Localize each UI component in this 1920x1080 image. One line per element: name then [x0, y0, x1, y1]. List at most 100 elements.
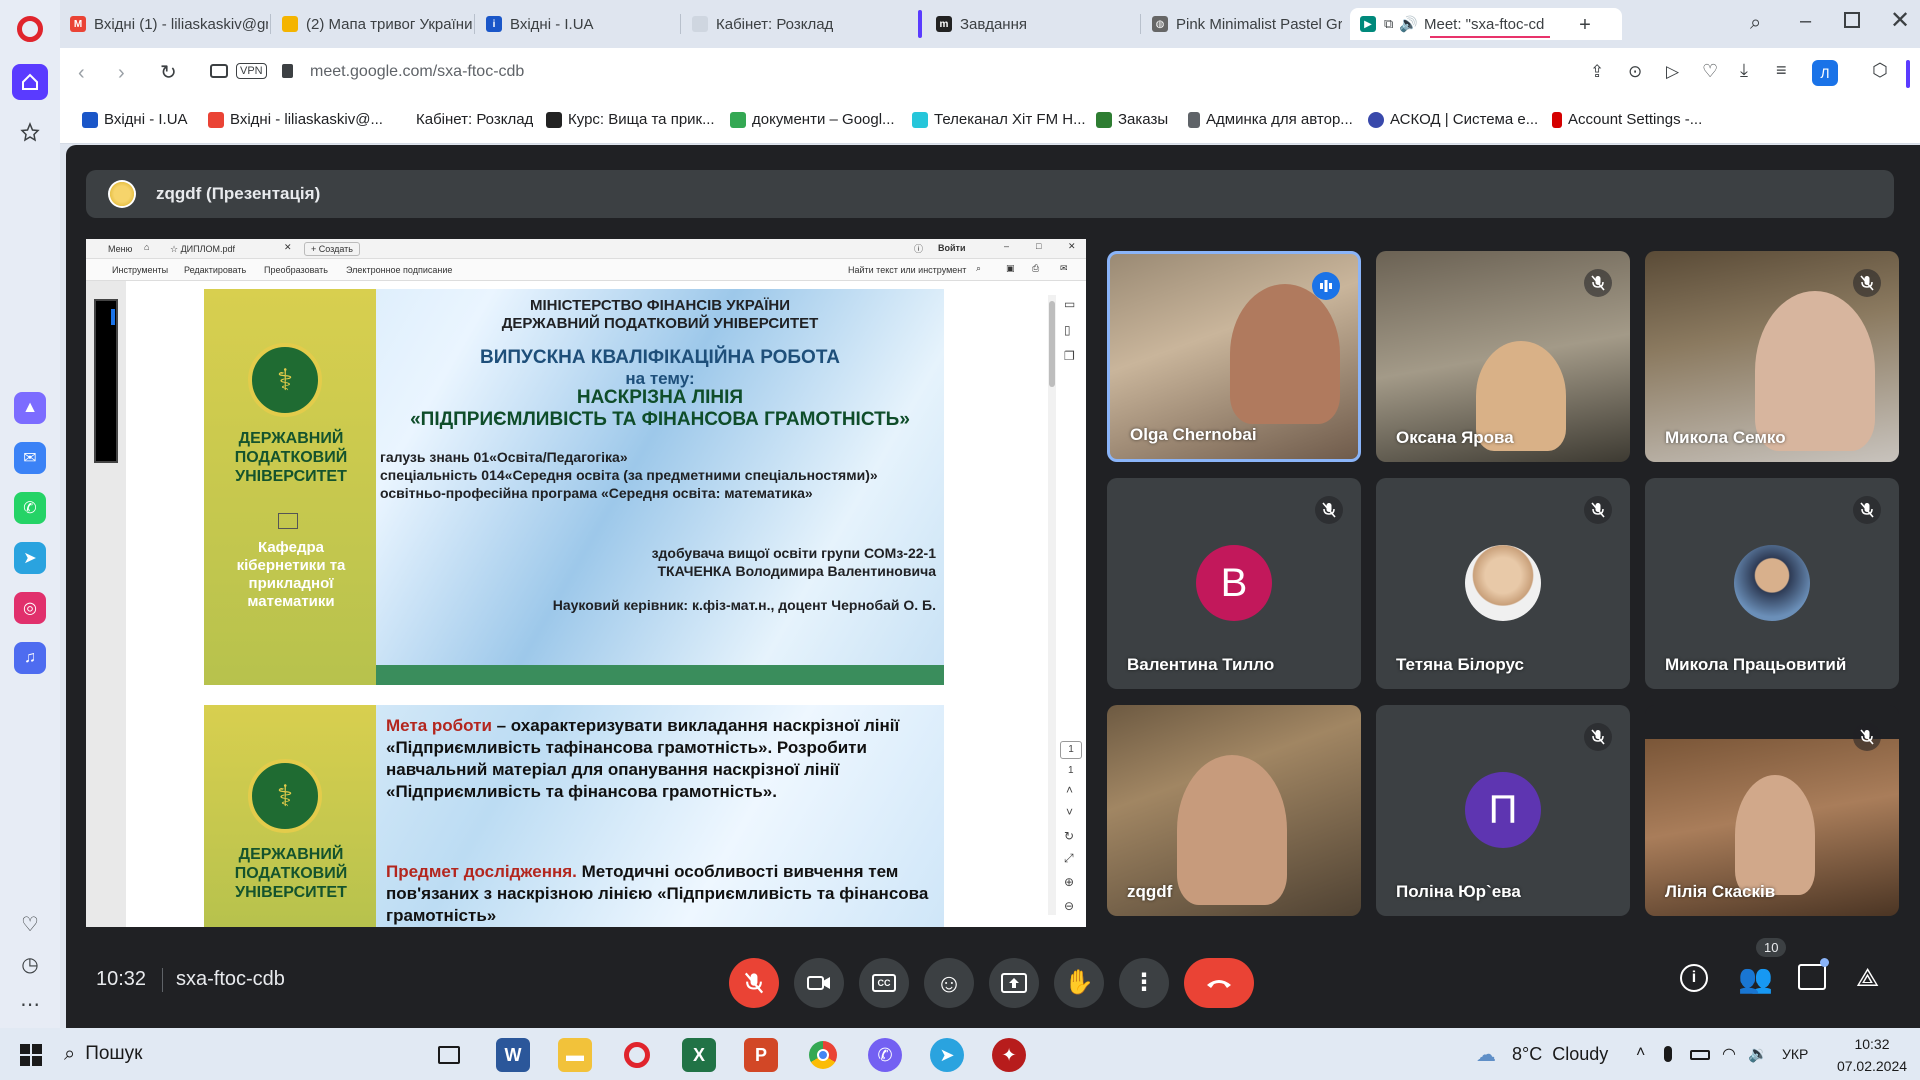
tab-cabinet[interactable]: Кабінет: Розклад	[682, 8, 902, 40]
viber-icon[interactable]: ✆	[868, 1038, 902, 1072]
maximize-button[interactable]	[1844, 12, 1860, 28]
leave-call-button[interactable]	[1184, 958, 1254, 1008]
zoom-in-icon[interactable]: ⊕	[1064, 875, 1074, 889]
tab-iua[interactable]: i Вхідні - I.UA	[476, 8, 676, 40]
copy-icon[interactable]: ❐	[1064, 349, 1075, 363]
reload-icon[interactable]: ↻	[160, 60, 177, 85]
history-icon[interactable]: ◷	[14, 948, 46, 980]
page-up-icon[interactable]: ˄	[1066, 783, 1073, 797]
forward-icon[interactable]: ›	[118, 62, 125, 85]
opera-icon[interactable]	[620, 1038, 654, 1072]
clock-date[interactable]: 07.02.2024	[1836, 1058, 1908, 1074]
volume-icon[interactable]: 🔉	[1748, 1044, 1768, 1064]
picture-in-picture-icon[interactable]: ⧉	[1384, 16, 1393, 32]
participant-tile[interactable]: Оксана Ярова	[1376, 251, 1630, 462]
bookmark-askod[interactable]: АСКОД | Система е...	[1368, 111, 1538, 128]
minimize-button[interactable]: –	[1800, 10, 1811, 33]
bookmark-docs[interactable]: документи – Googl...	[730, 111, 895, 128]
participant-tile[interactable]: Микола Семко	[1645, 251, 1899, 462]
heart-icon[interactable]: ♡	[14, 908, 46, 940]
tab-alerts-map[interactable]: (2) Мапа тривог України	[272, 8, 472, 40]
whatsapp-icon[interactable]: ✆	[14, 492, 46, 524]
speaker-icon[interactable]: 🔊	[1399, 15, 1418, 33]
pdf-create[interactable]: + Создать	[304, 242, 360, 256]
pdf-max[interactable]: □	[1036, 241, 1041, 251]
bookmark-cabinet[interactable]: Кабінет: Розклад	[416, 111, 533, 128]
task-view-icon[interactable]	[438, 1046, 460, 1064]
more-icon[interactable]: ⋯	[14, 988, 46, 1020]
download-icon[interactable]: ⤓	[1740, 60, 1748, 81]
chrome-icon[interactable]	[806, 1038, 840, 1072]
pdf-save-icon[interactable]: ▣	[1006, 263, 1015, 274]
people-icon[interactable]: 👥	[1738, 962, 1773, 995]
zoom-out-icon[interactable]: ⊖	[1064, 899, 1074, 913]
participant-tile[interactable]: П Поліна Юр`ева	[1376, 705, 1630, 916]
camera-icon[interactable]	[210, 64, 228, 78]
participant-tile[interactable]: Лілія Скаскiв	[1645, 705, 1899, 916]
bookmark-iua[interactable]: Вхідні - I.UA	[82, 111, 188, 128]
telegram-icon[interactable]: ➤	[14, 542, 46, 574]
share-icon[interactable]: ⇪	[1590, 62, 1604, 82]
pdf-tool-edit[interactable]: Редактировать	[184, 265, 246, 275]
pdf-home-icon[interactable]: ⌂	[144, 242, 149, 252]
bookmark-account[interactable]: Account Settings -...	[1552, 111, 1702, 128]
pdf-menu[interactable]: Меню	[108, 244, 132, 254]
weather-label[interactable]: 8°C Cloudy	[1512, 1044, 1608, 1065]
wifi-icon[interactable]: ◠	[1722, 1044, 1736, 1064]
taskbar-search[interactable]: ⌕ Пошук	[64, 1036, 420, 1072]
url-field[interactable]: meet.google.com/sxa-ftoc-cdb	[310, 63, 524, 81]
file-explorer-icon[interactable]: ▬	[558, 1038, 592, 1072]
bookmark-course[interactable]: Курс: Вища та прик...	[546, 111, 715, 128]
pinboard-icon[interactable]	[14, 116, 46, 148]
profile-avatar[interactable]: Л	[1812, 60, 1838, 86]
captions-button[interactable]: CC	[859, 958, 909, 1008]
back-icon[interactable]: ‹	[78, 62, 85, 85]
favorite-icon[interactable]: ♡	[1702, 61, 1718, 82]
home-icon[interactable]	[12, 64, 48, 100]
powerpoint-icon[interactable]: P	[744, 1038, 778, 1072]
windows-start-icon[interactable]	[20, 1044, 42, 1066]
pdf-tool-instruments[interactable]: Инструменты	[112, 265, 168, 275]
tab-tasks[interactable]: m Завдання	[926, 8, 1126, 40]
pdf-tab-close-icon[interactable]: ✕	[284, 242, 292, 253]
rotate-icon[interactable]: ↻	[1064, 829, 1074, 843]
tab-canva[interactable]: ◍ Pink Minimalist Pastel Gra	[1142, 8, 1342, 40]
word-icon[interactable]: W	[496, 1038, 530, 1072]
bookmark-hitfm[interactable]: Телеканал Хіт FM Н...	[912, 111, 1086, 128]
bookmark-gmail[interactable]: Вхідні - liliaskaskiv@...	[208, 111, 383, 128]
clock-time[interactable]: 10:32	[1836, 1036, 1908, 1052]
pdf-scroll-thumb[interactable]	[1049, 301, 1055, 387]
pdf-mail-icon[interactable]: ✉	[1060, 263, 1068, 274]
chat-icon[interactable]	[1798, 964, 1826, 990]
pdf-scrollbar[interactable]	[1048, 295, 1056, 915]
pdf-min[interactable]: –	[1004, 241, 1009, 251]
snapshot-icon[interactable]: ⊙	[1628, 62, 1642, 82]
battery-icon[interactable]	[1690, 1050, 1710, 1060]
pdf-close[interactable]: ✕	[1068, 241, 1076, 252]
pdf-search[interactable]: Найти текст или инструмент	[848, 265, 966, 275]
security-app-icon[interactable]: ✦	[992, 1038, 1026, 1072]
pdf-tab[interactable]: ☆ ДИПЛОМ.pdf	[170, 244, 235, 255]
raise-hand-button[interactable]: ✋	[1054, 958, 1104, 1008]
easy-setup-icon[interactable]: ≡	[1776, 60, 1787, 81]
mic-toggle-button[interactable]	[729, 958, 779, 1008]
activities-icon[interactable]: ⟁	[1856, 962, 1879, 994]
messenger-icon[interactable]: ✉	[14, 442, 46, 474]
camera-toggle-button[interactable]	[794, 958, 844, 1008]
participant-tile[interactable]: Тетяна Білорус	[1376, 478, 1630, 689]
mic-tray-icon[interactable]	[1664, 1046, 1672, 1062]
info-icon[interactable]: i	[1680, 964, 1708, 992]
weather-icon[interactable]: ☁	[1476, 1042, 1496, 1067]
opera-logo-icon[interactable]	[17, 16, 43, 42]
bookmark-orders[interactable]: Заказы	[1096, 111, 1168, 128]
pdf-thumbnails[interactable]	[94, 299, 118, 463]
excel-icon[interactable]: X	[682, 1038, 716, 1072]
more-options-button[interactable]: ⋮	[1119, 958, 1169, 1008]
telegram-icon[interactable]: ➤	[930, 1038, 964, 1072]
vpn-badge[interactable]: VPN	[236, 63, 267, 79]
present-button[interactable]	[989, 958, 1039, 1008]
search-tabs-icon[interactable]: ⌕	[1750, 12, 1761, 35]
music-player-icon[interactable]: ♫	[14, 642, 46, 674]
participant-tile[interactable]: Микола Працьовитий	[1645, 478, 1899, 689]
bookmark-icon[interactable]: ▯	[1064, 323, 1071, 337]
